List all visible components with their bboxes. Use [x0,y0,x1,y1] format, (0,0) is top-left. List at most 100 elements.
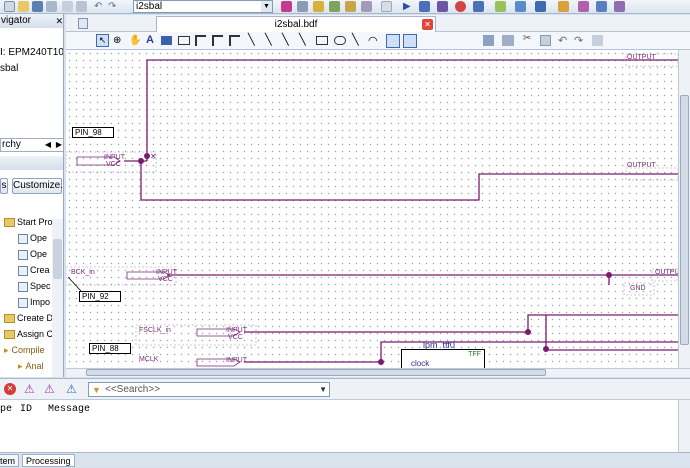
signal-bck-in[interactable]: BCK_in [71,269,95,276]
symbol-tool-icon[interactable] [161,36,172,45]
tab-processing[interactable]: Processing [22,454,75,467]
open-icon[interactable] [18,1,29,12]
tasks-scrollbar[interactable] [52,219,63,377]
messages-scrollbar[interactable] [678,400,690,452]
tab-i2sbal-bdf[interactable]: i2sbal.bdf ✕ [156,16,436,32]
task-item-label: Ope [30,233,48,243]
analysis-icon[interactable] [419,1,430,12]
rtl-viewer-icon[interactable] [515,1,526,12]
pin-label-pin98[interactable]: PIN_98 [72,127,114,138]
tasks-scroll-thumb[interactable] [53,239,62,279]
messages-panel: ype ID Message [0,400,690,452]
zoom-tool-icon[interactable]: ⊕ [113,35,121,46]
undo-icon[interactable]: ↶ [94,1,105,12]
diagonal-node-icon[interactable]: ╲ [265,33,272,46]
text-tool-icon[interactable]: A [146,34,154,46]
lpm-tff0-block[interactable]: TFF clock [401,349,485,368]
tech-map-icon[interactable] [596,1,607,12]
orthogonal-node-icon[interactable] [195,35,206,46]
undo-icon[interactable]: ↶ [558,34,567,47]
column-id[interactable]: ID [20,404,32,415]
rubberbanding-icon[interactable] [386,34,400,48]
output-label: OUTPUT [627,162,656,169]
chevron-left-icon[interactable]: ◀ [45,140,51,149]
assignment-icon[interactable] [329,1,340,12]
partial-line-icon[interactable] [403,34,417,48]
pin-tool-icon[interactable] [178,36,190,45]
tab-system[interactable]: tem [0,454,20,467]
device-item[interactable]: I: EPM240T100C5 [0,47,63,58]
hand-tool-icon[interactable]: ✋ [129,35,141,46]
chevron-down-icon[interactable]: ▼ [261,1,272,12]
node-dot [606,272,612,278]
folder-icon [4,330,15,340]
timing-icon[interactable] [455,1,466,12]
wand-icon[interactable] [313,1,324,12]
message-search-input[interactable]: ▼ <<Search>> ▼ [88,382,330,397]
orthogonal-bus-icon[interactable] [212,35,223,46]
diagonal-conduit-icon[interactable]: ╲ [299,33,306,46]
timer-icon[interactable] [473,1,484,12]
circle-tool-icon[interactable]: ◠ [368,34,378,47]
new-icon[interactable] [4,1,15,12]
save-all-icon[interactable] [46,1,57,12]
line-tool-icon[interactable]: ╲ [248,33,255,46]
schematic-canvas[interactable]: ✕ PIN_98 PIN_92 PIN_88 INPUT VCC BCK_in … [66,50,678,368]
signal-fsclk-in[interactable]: FSCLK_in [139,327,171,334]
print-icon[interactable] [502,35,514,46]
power-icon[interactable] [558,1,569,12]
close-icon[interactable]: ✕ [55,14,63,28]
redo-icon[interactable]: ↷ [574,34,583,47]
save-icon[interactable] [483,35,494,46]
selection-tool-icon[interactable]: ↖ [96,34,109,47]
report-icon[interactable] [495,1,506,12]
diagonal-bus-icon[interactable]: ╲ [282,33,289,46]
start-icon[interactable] [437,1,448,12]
settings-icon[interactable] [297,1,308,12]
save-icon[interactable] [32,1,43,12]
arc-tool-icon[interactable]: ╲ [352,33,359,46]
critical-warning-filter-icon[interactable]: ⚠ [24,382,35,396]
netlist-icon[interactable] [535,1,546,12]
rectangle-tool-icon[interactable] [316,36,328,45]
help-icon[interactable] [578,1,589,12]
flip-icon[interactable] [592,35,603,46]
entity-combo[interactable]: i2sbal ▼ [133,0,273,13]
pin-label-pin88[interactable]: PIN_88 [89,343,131,354]
column-message[interactable]: Message [48,404,90,415]
navigator-title: vigator [1,15,32,26]
task-item-label: Start Pro [17,217,53,227]
tasks-button[interactable]: s [0,178,8,194]
column-type[interactable]: ype [0,404,12,415]
chip-editor-icon[interactable] [281,1,292,12]
chip-planner-icon[interactable] [614,1,625,12]
chevron-down-icon[interactable]: ▼ [319,383,327,396]
info-filter-icon[interactable]: ⚠ [66,382,77,396]
entity-item[interactable]: sbal [0,63,18,74]
redo-icon[interactable]: ↷ [108,1,119,12]
project-navigator: vigator ✕ I: EPM240T100C5 sbal rchy ◀ ▶ … [0,14,64,377]
conduit-tool-icon[interactable] [229,35,240,46]
wire-fsclk [244,314,678,333]
programmer-icon[interactable] [361,1,372,12]
paste-icon[interactable] [76,1,87,12]
canvas-vertical-scrollbar[interactable] [678,50,690,368]
hierarchy-dropdown[interactable]: rchy ◀ ▶ [0,138,63,152]
stop-icon[interactable] [381,1,392,12]
horizontal-scroll-thumb[interactable] [86,369,546,376]
chevron-right-icon[interactable]: ▶ [56,140,62,149]
signal-mclk[interactable]: MCLK [139,356,158,363]
start-compilation-icon[interactable]: ▶ [403,1,414,12]
search-placeholder: <<Search>> [105,384,161,395]
warning-filter-icon[interactable]: ⚠ [44,382,55,396]
canvas-horizontal-scrollbar[interactable] [66,368,690,377]
cut-icon[interactable]: ✂ [523,33,531,44]
close-icon[interactable]: ✕ [422,19,433,30]
error-filter-icon[interactable]: ✕ [4,383,16,395]
copy-icon[interactable] [540,35,551,46]
copy-icon[interactable] [62,1,73,12]
oval-tool-icon[interactable] [334,36,346,45]
vertical-scroll-thumb[interactable] [680,95,689,345]
pin-planner-icon[interactable] [345,1,356,12]
customize-button[interactable]: Customize... [12,178,63,194]
